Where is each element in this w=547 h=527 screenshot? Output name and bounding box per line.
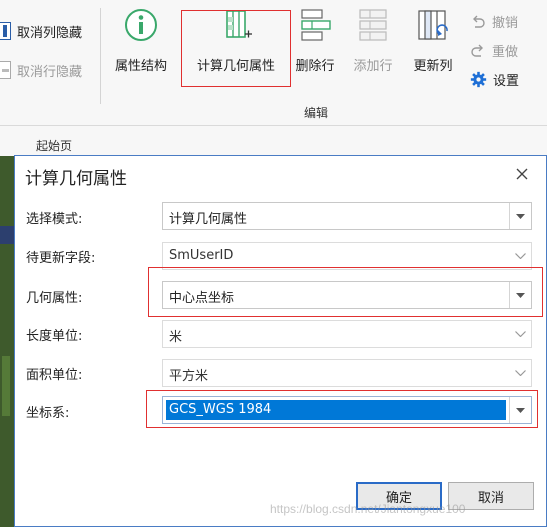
start-tab[interactable]: 起始页 (36, 137, 72, 154)
attribute-structure-button[interactable]: 属性结构 (110, 8, 172, 88)
add-row-label: 添加行 (353, 59, 393, 74)
area-unit-label: 面积单位: (26, 368, 83, 383)
gear-icon (470, 71, 487, 88)
coordinate-system-label: 坐标系: (26, 406, 70, 421)
settings-button[interactable]: 设置 (470, 70, 519, 89)
length-unit-dropdown[interactable]: 米 (162, 320, 532, 348)
update-field-value: SmUserID (169, 248, 234, 263)
redo-button[interactable]: 重做 (470, 41, 518, 60)
unhide-rows-button[interactable]: 取消行隐藏 (0, 59, 82, 81)
update-field-dropdown[interactable]: SmUserID (162, 242, 532, 270)
delete-row-label: 删除行 (295, 59, 335, 74)
close-icon[interactable] (512, 164, 532, 184)
ribbon-separator (100, 8, 101, 104)
chevron-down-icon (509, 243, 531, 269)
geometry-property-label: 几何属性: (26, 291, 83, 306)
chevron-down-icon (509, 321, 531, 347)
edit-group-label: 编辑 (304, 106, 329, 120)
map-background (0, 156, 14, 527)
geometry-property-value: 中心点坐标 (169, 291, 235, 306)
delete-row-button[interactable]: 删除行 (292, 8, 338, 88)
calculate-geometry-label: 计算几何属性 (196, 59, 275, 74)
delete-row-icon (301, 9, 331, 41)
redo-label: 重做 (492, 45, 519, 60)
coordinate-system-value: GCS_WGS 1984 (166, 400, 506, 420)
undo-label: 撤销 (492, 16, 519, 31)
unhide-columns-label: 取消列隐藏 (17, 25, 83, 41)
select-mode-dropdown[interactable]: 计算几何属性 (162, 202, 532, 230)
calculate-geometry-icon (226, 10, 252, 38)
length-unit-value: 米 (169, 330, 183, 345)
settings-label: 设置 (493, 74, 520, 89)
update-column-button[interactable]: 更新列 (410, 8, 456, 88)
unhide-rows-label: 取消行隐藏 (17, 64, 83, 80)
chevron-down-icon (509, 203, 531, 229)
calculate-geometry-dialog: 计算几何属性 选择模式: 计算几何属性 待更新字段: SmUserID 几何属性… (14, 155, 547, 527)
info-icon (125, 9, 157, 41)
area-unit-dropdown[interactable]: 平方米 (162, 359, 532, 387)
geometry-property-dropdown[interactable]: 中心点坐标 (162, 281, 532, 309)
coordinate-system-dropdown[interactable]: GCS_WGS 1984 (162, 396, 532, 424)
add-row-icon (359, 9, 387, 41)
add-row-button[interactable]: 添加行 (350, 8, 396, 88)
dialog-title: 计算几何属性 (25, 169, 127, 189)
watermark-text: https://blog.csdn.net/Jiantongxue100 (270, 502, 466, 516)
redo-icon (471, 44, 483, 57)
chevron-down-icon (509, 282, 531, 308)
ribbon-tab-bar (0, 126, 547, 156)
ribbon: 取消列隐藏 取消行隐藏 属性结构 计算几何属性 删除行 添加行 更新列 撤销 重… (0, 0, 547, 126)
update-field-label: 待更新字段: (26, 251, 96, 266)
area-unit-value: 平方米 (169, 369, 209, 384)
row-hide-icon (0, 61, 11, 79)
chevron-down-icon (509, 360, 531, 386)
undo-icon (473, 15, 485, 28)
unhide-columns-button[interactable]: 取消列隐藏 (0, 20, 82, 42)
select-mode-label: 选择模式: (26, 212, 83, 227)
update-column-icon (418, 10, 448, 40)
length-unit-label: 长度单位: (26, 329, 83, 344)
column-hide-icon (0, 22, 11, 40)
attribute-structure-label: 属性结构 (114, 59, 167, 74)
calculate-geometry-button[interactable]: 计算几何属性 (182, 8, 290, 88)
select-mode-value: 计算几何属性 (169, 212, 248, 227)
update-column-label: 更新列 (413, 59, 453, 74)
undo-button[interactable]: 撤销 (470, 12, 518, 31)
chevron-down-icon (509, 397, 531, 423)
